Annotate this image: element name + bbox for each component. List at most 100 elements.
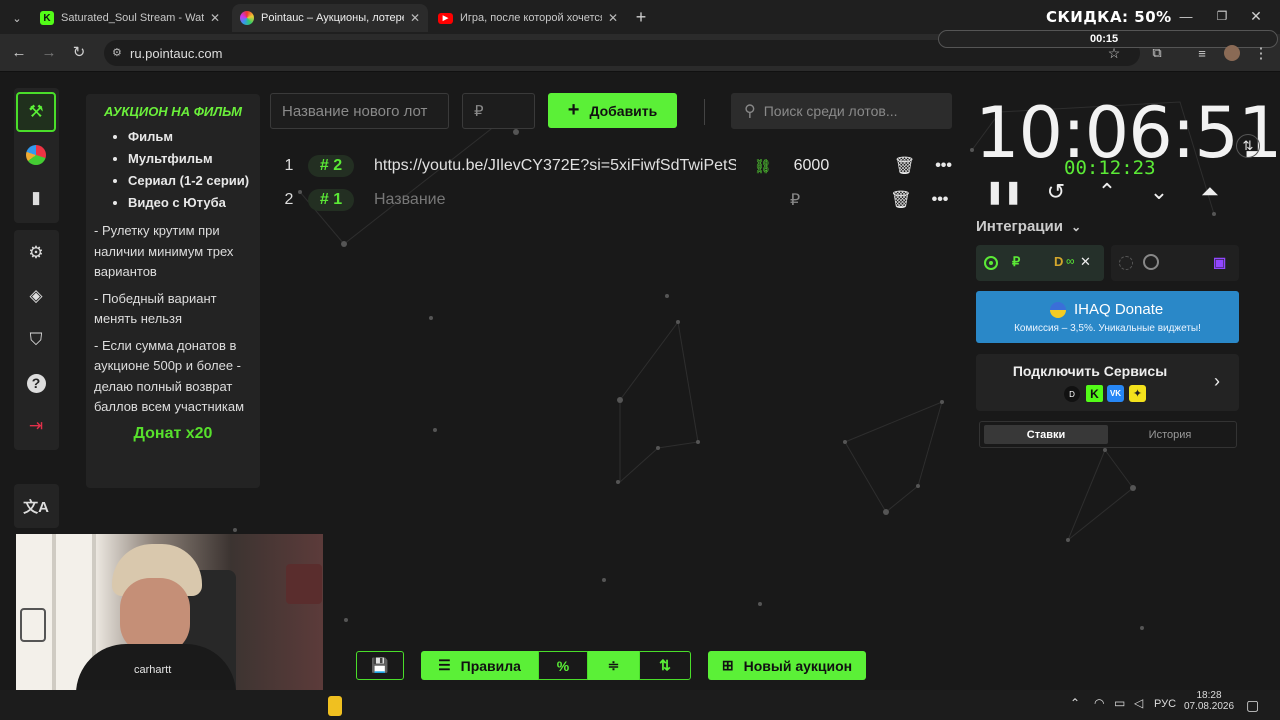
taskbar-clock[interactable]: 18:28 07.08.2026 xyxy=(1180,690,1238,712)
close-icon[interactable]: ✕ xyxy=(210,11,220,25)
sidebar-item-logout[interactable]: ⇥ xyxy=(16,406,56,446)
face xyxy=(120,578,190,654)
url-text: ru.pointauc.com xyxy=(130,45,223,61)
new-auction-button[interactable]: ⊞ Новый аукцион xyxy=(708,651,866,680)
list-item: Видео с Ютуба xyxy=(128,192,252,214)
integrations-toggle[interactable]: Интеграции ⌄ xyxy=(976,218,1081,235)
tab-kick[interactable]: K Saturated_Soul Stream - Watch ✕ xyxy=(32,4,228,32)
rule-paragraph: - Рулетку крутим при наличии минимум тре… xyxy=(94,223,234,279)
donationalerts-icon: D xyxy=(1054,254,1064,269)
window-close-icon[interactable]: ✕ xyxy=(1248,8,1264,24)
shirt-text: carhartt xyxy=(134,664,172,676)
pause-icon: ❚❚ xyxy=(985,179,1023,204)
forward-arrow-icon[interactable]: → xyxy=(40,43,58,61)
display-icon[interactable]: ▭ xyxy=(1114,696,1125,710)
shield-icon: ⛉ xyxy=(29,330,43,349)
close-icon[interactable]: ✕ xyxy=(410,11,420,25)
search-input[interactable]: ⚲ Поиск среди лотов... xyxy=(731,93,952,129)
collapse-button[interactable]: ≑ xyxy=(588,651,639,680)
more-options-icon[interactable]: ••• xyxy=(932,191,949,209)
layers-icon: ◈ xyxy=(29,286,43,305)
time-down-button[interactable]: ⌄ xyxy=(1144,178,1174,206)
reload-icon[interactable]: ↻ xyxy=(70,43,88,61)
reset-timer-button[interactable]: ↺ xyxy=(1041,178,1071,206)
time-up-button[interactable]: ⌃ xyxy=(1092,178,1122,206)
add-lot-button[interactable]: + Добавить xyxy=(548,93,677,128)
gear-icon: ⚙ xyxy=(28,243,44,262)
connect-services-card[interactable]: Подключить Сервисы D K VK ✦ › xyxy=(976,354,1239,411)
tab-title: Игра, после которой хочется xyxy=(460,12,602,24)
rules-button-label: Правила xyxy=(460,657,521,674)
youtube-logo-icon: ▶ xyxy=(438,12,453,24)
language-indicator[interactable]: РУС xyxy=(1154,698,1176,710)
sidebar-item-auction[interactable]: ⚒ xyxy=(16,92,56,132)
rules-title: АУКЦИОН НА ФИЛЬМ xyxy=(104,104,242,119)
lot-name[interactable]: https://youtu.be/JIlevCY372E?si=5xiFiwfS… xyxy=(374,157,736,175)
tab-bets[interactable]: Ставки xyxy=(984,425,1108,444)
reset-icon: ↺ xyxy=(1046,179,1066,204)
sort-button[interactable]: ⇅ xyxy=(639,651,691,680)
taskbar-app-icon[interactable] xyxy=(328,696,342,716)
more-menu-icon[interactable]: ⋮ xyxy=(1254,44,1269,62)
windows-taskbar: ⌃ ◠ ▭ ◁ РУС 18:28 07.08.2026 ▢ xyxy=(0,690,1280,720)
trash-icon[interactable]: 🗑 xyxy=(894,156,916,176)
rules-list: Фильм Мультфильм Сериал (1-2 серии) Виде… xyxy=(94,126,252,214)
profile-avatar[interactable] xyxy=(1224,45,1240,61)
donat-multiplier: Донат х20 xyxy=(133,424,213,442)
new-lot-amount-input[interactable]: ₽ xyxy=(462,93,535,129)
time-double-up-button[interactable]: ⏶ xyxy=(1195,178,1225,206)
link-icon[interactable]: ⛓ xyxy=(754,158,772,175)
volume-icon[interactable]: ◁ xyxy=(1134,696,1143,710)
double-chevron-up-icon: ⏶ xyxy=(1201,179,1219,204)
auction-timer: 00:12:23 xyxy=(1064,157,1156,179)
list-item: Мультфильм xyxy=(128,148,252,170)
percent-icon: % xyxy=(556,657,570,674)
maximize-icon[interactable]: ❐ xyxy=(1214,8,1230,24)
sidebar-item-wheel[interactable] xyxy=(16,135,56,175)
plus-icon: + xyxy=(567,99,580,121)
extensions-icon[interactable]: ⧉ xyxy=(1148,45,1166,61)
integrations-inactive-group[interactable]: ▣ xyxy=(1111,245,1239,281)
sidebar-item-settings[interactable]: ⚙ xyxy=(16,233,56,273)
trash-icon[interactable]: 🗑 xyxy=(890,190,912,210)
ihaq-donate-banner[interactable]: IHAQ Donate Комиссия – 3,5%. Уникальные … xyxy=(976,291,1239,343)
notifications-icon[interactable]: ▢ xyxy=(1246,697,1259,714)
lot-amount[interactable]: ₽ xyxy=(790,190,870,210)
wifi-icon[interactable]: ◠ xyxy=(1094,696,1104,710)
percent-button[interactable]: % xyxy=(538,651,588,680)
tab-youtube[interactable]: ▶ Игра, после которой хочется ✕ xyxy=(430,4,626,32)
rules-button[interactable]: ☰ Правила xyxy=(421,651,538,680)
pause-button[interactable]: ❚❚ xyxy=(986,178,1023,206)
tray-chevron-up-icon[interactable]: ⌃ xyxy=(1070,696,1080,710)
bookmark-star-icon[interactable]: ☆ xyxy=(1106,45,1122,61)
search-placeholder: Поиск среди лотов... xyxy=(763,103,898,119)
sidebar-item-layers[interactable]: ◈ xyxy=(16,276,56,316)
site-info-icon[interactable]: ⚙ xyxy=(112,46,122,59)
media-controls-icon[interactable]: ≡ xyxy=(1194,45,1210,61)
close-icon[interactable]: ✕ xyxy=(608,11,618,25)
sidebar-item-shield[interactable]: ⛉ xyxy=(16,320,56,360)
new-tab-plus-icon[interactable]: + xyxy=(632,7,650,27)
kick-logo-icon: K xyxy=(40,11,54,25)
ihaq-title: IHAQ Donate xyxy=(1074,301,1164,318)
tab-pointauc[interactable]: Pointauc – Аукционы, лотереи ✕ xyxy=(232,4,428,32)
more-options-icon[interactable]: ••• xyxy=(935,157,952,175)
integrations-active-group[interactable]: ₽ D ∞ ✕ xyxy=(976,245,1104,281)
lot-name[interactable]: Название xyxy=(374,191,736,209)
x-icon: ✕ xyxy=(1080,254,1091,269)
tab-history[interactable]: История xyxy=(1108,425,1232,444)
minimize-icon[interactable]: — xyxy=(1178,8,1194,24)
save-button[interactable]: 💾 xyxy=(356,651,404,680)
back-arrow-icon[interactable]: ← xyxy=(10,43,28,61)
tab-list-chevron-icon[interactable]: ⌄ xyxy=(8,9,26,27)
new-lot-name-input[interactable]: Название нового лот xyxy=(270,93,449,129)
sidebar-item-translate[interactable]: 文A xyxy=(16,486,56,526)
chevron-up-icon: ⌃ xyxy=(1097,179,1117,204)
sidebar-item-stats[interactable]: ▮ xyxy=(16,178,56,218)
sidebar-item-help[interactable]: ? xyxy=(16,363,56,403)
add-lot-label: Добавить xyxy=(589,102,658,119)
swap-order-icon[interactable]: ⇅ xyxy=(1236,134,1260,158)
logout-icon: ⇥ xyxy=(28,416,44,435)
save-icon: 💾 xyxy=(371,657,389,673)
lot-amount[interactable]: 6000 xyxy=(794,157,874,175)
